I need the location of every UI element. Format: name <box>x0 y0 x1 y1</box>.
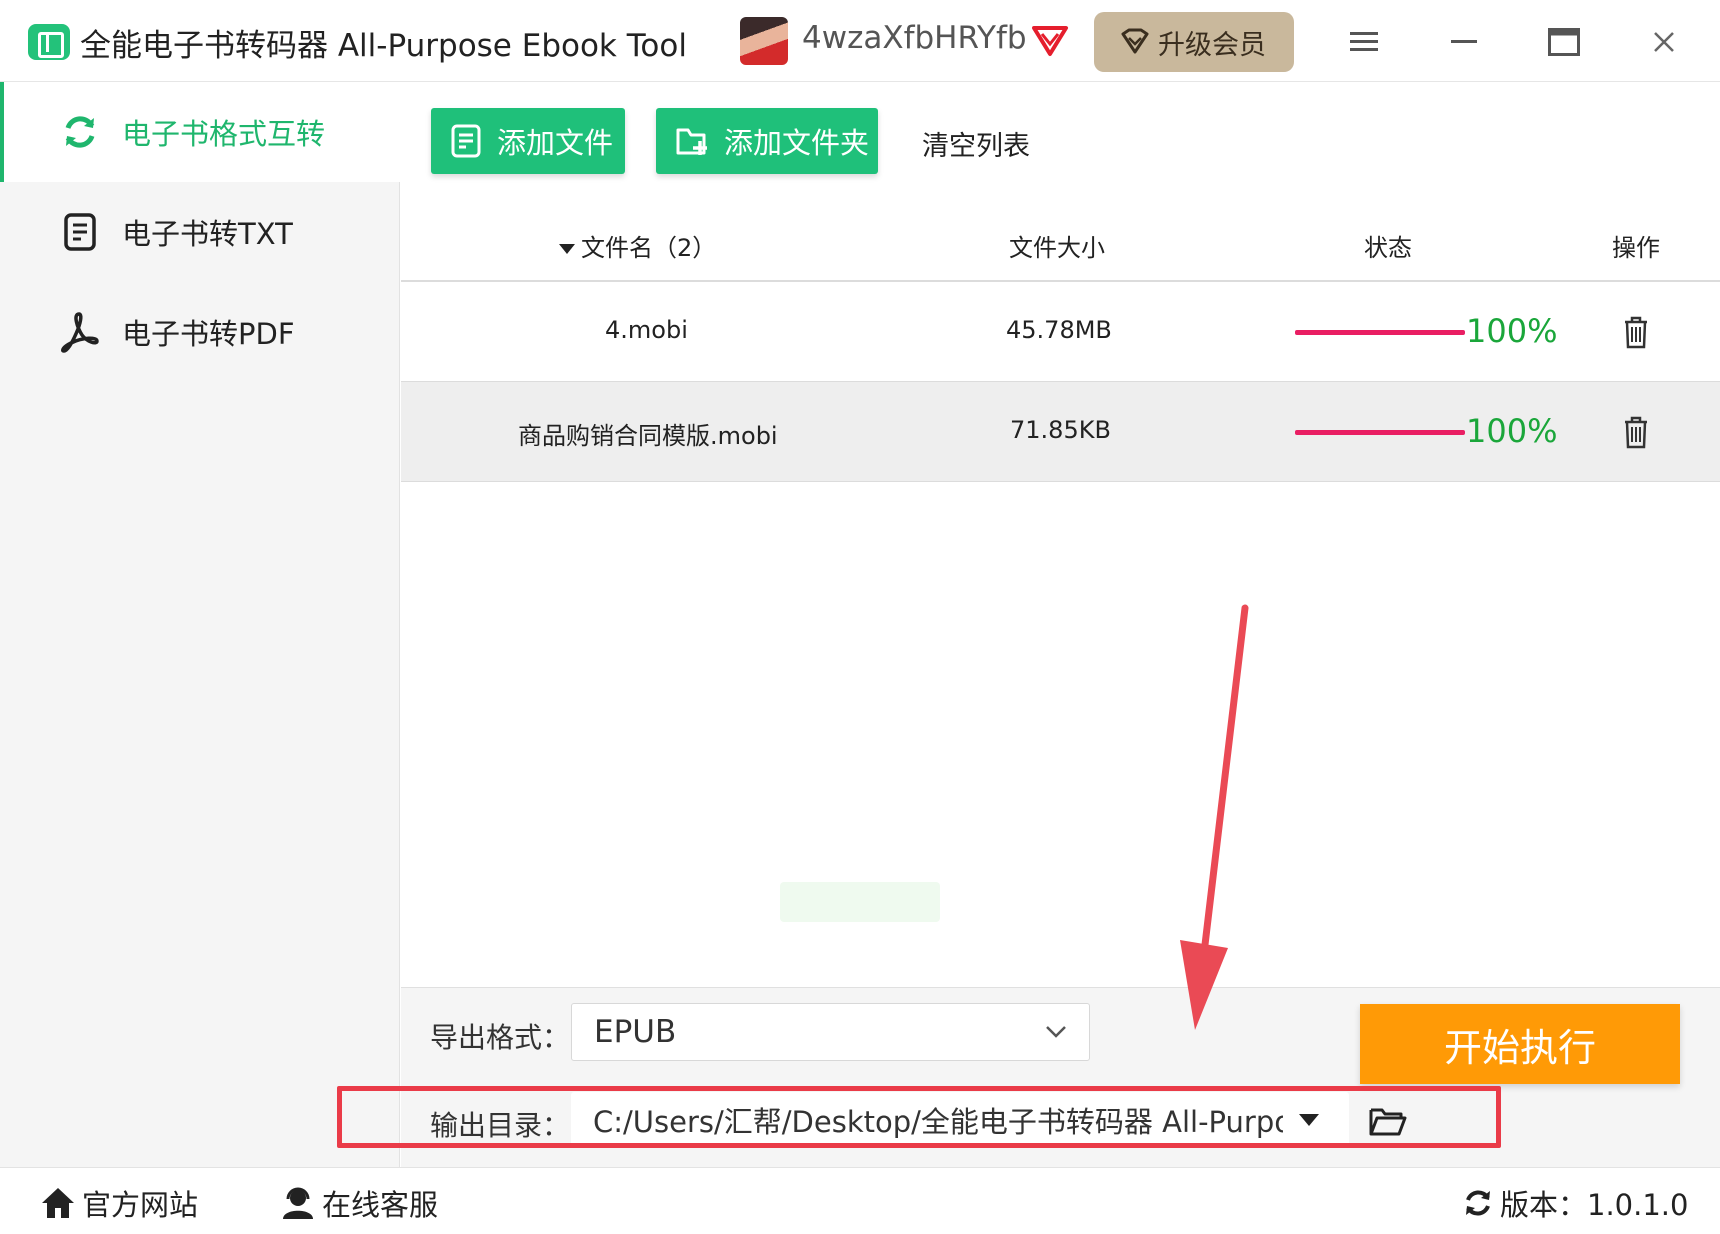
official-website-label: 官方网站 <box>82 1188 199 1222</box>
export-format-select[interactable]: EPUB <box>571 1003 1090 1061</box>
annotation-arrow <box>1180 604 1249 1030</box>
header-status: 状态 <box>1364 234 1412 262</box>
add-folder-button[interactable]: 添加文件夹 <box>656 108 878 174</box>
file-size: 45.78MB <box>1006 316 1112 344</box>
add-folder-label: 添加文件夹 <box>724 126 870 160</box>
menu-icon[interactable] <box>1342 20 1386 64</box>
username[interactable]: 4wzaXfbHRYfb <box>802 20 1027 56</box>
support-agent-icon <box>283 1187 313 1219</box>
header-action: 操作 <box>1612 234 1660 262</box>
user-avatar[interactable] <box>740 17 788 65</box>
export-format-label: 导出格式： <box>430 1021 571 1054</box>
app-title: 全能电子书转码器 All-Purpose Ebook Tool <box>80 28 687 64</box>
version-label: 版本：1.0.1.0 <box>1500 1188 1689 1222</box>
title-bar: 全能电子书转码器 All-Purpose Ebook Tool 4wzaXfbH… <box>0 0 1720 82</box>
text-document-icon <box>58 210 102 254</box>
sidebar-item-label: 电子书转TXT <box>122 217 293 251</box>
upgrade-member-button[interactable]: 升级会员 <box>1094 12 1294 72</box>
sort-down-icon <box>559 244 575 254</box>
online-support-label: 在线客服 <box>322 1188 439 1222</box>
home-icon <box>42 1188 74 1218</box>
status-bar: 官方网站 在线客服 版本：1.0.1.0 <box>0 1167 1720 1234</box>
chevron-down-icon <box>1046 1026 1066 1038</box>
start-button[interactable]: 开始执行 <box>1360 1004 1680 1084</box>
watermark <box>780 882 940 922</box>
file-list-empty-area <box>401 482 1720 987</box>
file-name: 商品购销合同模版.mobi <box>518 422 778 450</box>
table-row[interactable]: 商品购销合同模版.mobi 71.85KB 100% <box>401 382 1720 482</box>
file-table-header: 文件名（2） 文件大小 状态 操作 <box>401 200 1720 282</box>
trash-icon[interactable] <box>1621 414 1651 450</box>
upgrade-label: 升级会员 <box>1158 29 1266 61</box>
header-file-size: 文件大小 <box>1009 234 1105 262</box>
app-logo-icon <box>28 24 70 60</box>
diamond-icon <box>1121 28 1149 54</box>
clear-list-button[interactable]: 清空列表 <box>922 124 1030 163</box>
progress-bar <box>1295 430 1465 435</box>
status-percent: 100% <box>1466 412 1558 450</box>
maximize-icon[interactable] <box>1542 20 1586 64</box>
pdf-icon <box>58 310 102 354</box>
export-format-value: EPUB <box>594 1014 677 1050</box>
online-support-link[interactable]: 在线客服 <box>280 1182 438 1224</box>
progress-bar <box>1295 330 1465 335</box>
annotation-highlight-box <box>337 1086 1501 1148</box>
sidebar: 电子书格式互转 电子书转TXT 电子书转PDF <box>0 82 400 1167</box>
add-file-icon <box>451 124 481 158</box>
sidebar-item-to-txt[interactable]: 电子书转TXT <box>0 182 400 282</box>
trash-icon[interactable] <box>1621 314 1651 350</box>
sidebar-item-label: 电子书格式互转 <box>122 117 326 151</box>
minimize-icon[interactable] <box>1442 20 1486 64</box>
refresh-icon <box>1466 1190 1490 1216</box>
file-size: 71.85KB <box>1010 416 1111 444</box>
header-file-name: 文件名（2） <box>581 234 717 262</box>
file-name: 4.mobi <box>605 316 688 344</box>
version-info[interactable]: 版本：1.0.1.0 <box>1462 1182 1688 1224</box>
table-row[interactable]: 4.mobi 45.78MB 100% <box>401 282 1720 382</box>
close-icon[interactable] <box>1642 20 1686 64</box>
refresh-icon <box>58 110 102 154</box>
vip-diamond-icon <box>1032 26 1068 56</box>
add-folder-icon <box>676 128 707 155</box>
sort-name-header[interactable]: 文件名（2） <box>559 228 716 263</box>
sidebar-item-label: 电子书转PDF <box>122 317 295 351</box>
add-file-label: 添加文件 <box>497 126 614 160</box>
sidebar-item-to-pdf[interactable]: 电子书转PDF <box>0 282 400 382</box>
add-file-button[interactable]: 添加文件 <box>431 108 625 174</box>
official-website-link[interactable]: 官方网站 <box>40 1182 198 1224</box>
sidebar-item-format-convert[interactable]: 电子书格式互转 <box>0 82 400 182</box>
status-percent: 100% <box>1466 312 1558 350</box>
